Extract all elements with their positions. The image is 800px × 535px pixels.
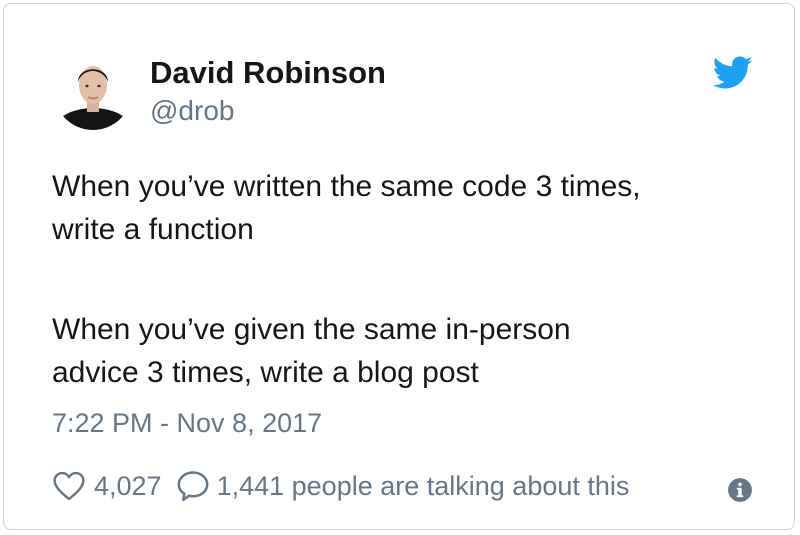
heart-icon bbox=[52, 471, 86, 501]
author-handle[interactable]: @drob bbox=[150, 94, 234, 128]
tweet-card: David Robinson @drob When you’ve written… bbox=[3, 3, 795, 530]
tweet-text-paragraph-1: When you’ve written the same code 3 time… bbox=[52, 165, 782, 251]
tweet-text-line: When you’ve given the same in-person bbox=[52, 313, 571, 346]
twitter-bird-icon[interactable] bbox=[713, 56, 753, 90]
author-avatar[interactable] bbox=[54, 52, 132, 130]
tweet-text-line: When you’ve written the same code 3 time… bbox=[52, 170, 641, 203]
tweet-text-line: write a function bbox=[52, 213, 254, 246]
person-avatar-icon bbox=[54, 52, 132, 130]
tweet-text-line: advice 3 times, write a blog post bbox=[52, 356, 479, 389]
speech-bubble-icon bbox=[176, 470, 210, 502]
tweet-timestamp-link[interactable]: 7:22 PM - Nov 8, 2017 bbox=[52, 406, 322, 440]
like-count: 4,027 bbox=[94, 471, 162, 501]
talking-text: 1,441 people are talking about this bbox=[216, 471, 630, 501]
talking-link[interactable]: 1,441 people are talking about this bbox=[176, 469, 630, 503]
like-button[interactable]: 4,027 bbox=[52, 469, 162, 503]
tweet-text-paragraph-2: When you’ve given the same in-person adv… bbox=[52, 308, 782, 394]
info-icon[interactable] bbox=[727, 477, 753, 503]
tweet-actions: 4,027 1,441 people are talking about thi… bbox=[52, 466, 629, 506]
author-name[interactable]: David Robinson bbox=[150, 55, 386, 91]
